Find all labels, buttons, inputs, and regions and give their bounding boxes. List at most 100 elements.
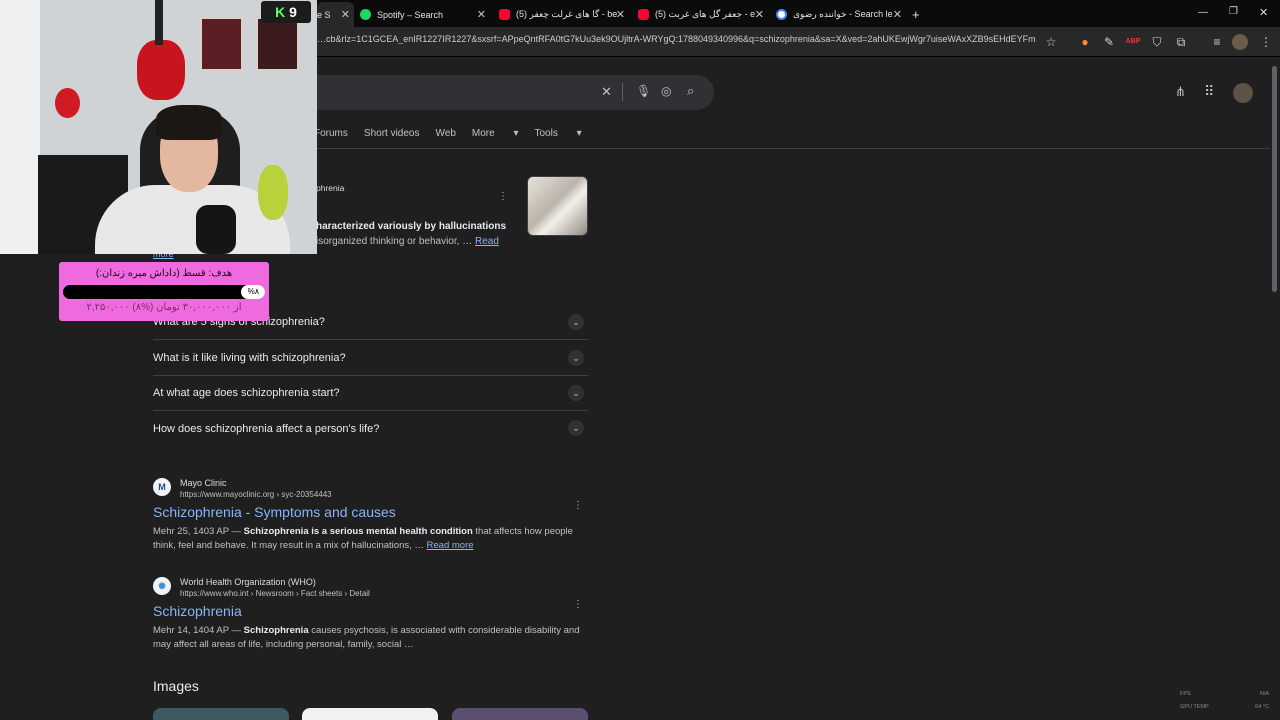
kebab-icon[interactable]: ⋮ [573,599,583,610]
snippet-thumbnail[interactable] [527,176,588,236]
youtube-icon [638,9,649,20]
filter-web[interactable]: Web [436,128,456,139]
plush-toy [258,165,288,220]
close-icon[interactable]: ✕ [477,8,486,21]
image-thumbnail[interactable] [153,708,289,720]
result-source: Mayo Clinic [180,478,227,488]
tab-current[interactable]: e S ✕ [317,2,354,27]
snippet-source: phrenia [316,183,345,193]
image-thumbnail[interactable] [452,708,588,720]
profile-avatar[interactable] [1232,34,1248,50]
puzzle-icon[interactable]: ⧉ [1173,34,1189,50]
microphone [196,205,236,254]
filter-bar: Forums Short videos Web More ▾ Tools ▾ [314,128,598,139]
kebab-icon[interactable]: ⋮ [498,191,508,202]
webcam-overlay: K 9 [0,0,317,254]
tab-youtube-2[interactable]: (5) جعفر گل های غربت - e ✕ [638,2,770,27]
plus-icon: + [912,7,920,22]
youtube-icon [499,9,510,20]
tab-label: (5) گا های غرلت چعفر - be [516,9,618,19]
spotify-icon [360,9,371,20]
close-icon[interactable]: ✕ [341,8,350,21]
pen-icon[interactable]: ✎ [1101,34,1117,50]
question-3[interactable]: At what age does schizophrenia start? ⌄ [153,376,588,411]
filter-tools[interactable]: Tools ▾ [535,128,582,139]
read-more-link[interactable]: Read more [427,540,474,551]
adblock-icon[interactable]: ABP [1125,34,1141,50]
who-icon: ✺ [153,577,171,595]
result-url[interactable]: https://www.who.int › Newsroom › Fact sh… [180,589,370,598]
result-title[interactable]: Schizophrenia - Symptoms and causes [153,504,396,520]
fps-value: N/A [1259,691,1269,697]
donation-percent: %۸ [247,287,259,296]
wall-light [0,0,40,254]
restore-icon[interactable]: ❐ [1229,6,1238,17]
extension-icon[interactable]: ● [1077,34,1093,50]
filter-short-videos[interactable]: Short videos [364,128,420,139]
read-more-link[interactable]: Read [475,236,499,247]
divider [622,83,623,101]
poster [256,17,299,71]
donation-goal-widget: هدف: قسط (داداش میره زندان:) %۸ ۲,۲۵۰,۰۰… [59,262,269,321]
kebab-icon[interactable]: ⋮ [573,500,583,511]
search-box[interactable]: ✕ 🎙 ◎ ⌕ [270,75,714,110]
clear-icon[interactable]: ✕ [601,84,612,100]
shield-icon[interactable]: ⛉ [1149,34,1165,50]
close-window-icon[interactable]: ✕ [1259,6,1268,19]
gpu-value: 64 °C [1255,704,1269,710]
apps-icon[interactable]: ⠿ [1204,83,1214,100]
question-2[interactable]: What is it like living with schizophreni… [153,341,588,376]
url-field[interactable]: …cb&rlz=1C1GCEA_enIR1227IR1227&sxsrf=APp… [317,34,1037,44]
share-icon[interactable]: ⋔ [1175,84,1186,100]
star-icon[interactable]: ☆ [1043,34,1059,50]
search-result: M Mayo Clinic https://www.mayoclinic.org… [153,478,588,558]
tab-label: (5) جعفر گل های غربت - e [655,9,756,19]
fps-label: FPS [1180,691,1191,697]
search-result: ✺ World Health Organization (WHO) https:… [153,577,588,657]
tab-google[interactable]: خواننده رضوی - Search le ✕ [776,2,908,27]
tab-label: Spotify – Search [377,9,444,20]
tab-spotify[interactable]: Spotify – Search ✕ [360,2,492,27]
result-url[interactable]: https://www.mayoclinic.org › syc-2035444… [180,490,332,499]
images-heading: Images [153,678,199,694]
donation-progress-bar: %۸ [63,285,265,299]
chevron-down-icon: ⌄ [568,385,584,401]
badge: K 9 [261,1,311,23]
chevron-down-icon: ⌄ [568,420,584,436]
result-snippet: Mehr 25, 1403 AP — Schizophrenia is a se… [153,526,573,551]
snippet-text: haracterized variously by hallucinations… [316,221,507,247]
chevron-down-icon: ⌄ [568,350,584,366]
gpu-label: GPU TEMP [1180,704,1209,710]
new-tab-button[interactable]: + [912,2,926,27]
image-thumbnail[interactable] [302,708,438,720]
donation-title: هدف: قسط (داداش میره زندان:) [95,268,233,279]
mayo-clinic-icon: M [153,478,171,496]
figurine [55,88,80,118]
tab-label: e S [317,9,331,20]
mic-icon[interactable]: 🎙 [636,84,651,98]
poster [200,17,243,71]
guitar [137,40,185,100]
chevron-down-icon: ⌄ [568,314,584,330]
google-icon [776,9,787,20]
minimize-icon[interactable]: — [1198,7,1208,18]
filter-more[interactable]: More ▾ [472,128,519,139]
tab-youtube-1[interactable]: (5) گا های غرلت چعفر - be ✕ [499,2,631,27]
donation-amount: ۲,۲۵۰,۰۰۰ از ۳۰,۰۰۰,۰۰۰ تومان (%۸) [86,302,242,313]
scrollbar-thumb[interactable] [1272,66,1277,292]
search-icon[interactable]: ⌕ [687,83,694,99]
guitar-neck [155,0,163,45]
question-4[interactable]: How does schizophrenia affect a person's… [153,411,588,446]
avatar[interactable] [1233,83,1253,103]
media-icon[interactable]: ≡ [1209,34,1225,50]
close-icon[interactable]: ✕ [616,8,625,21]
close-icon[interactable]: ✕ [893,8,902,21]
menu-icon[interactable]: ⋮ [1258,34,1274,50]
filter-forums[interactable]: Forums [314,128,348,139]
person-hair [156,105,222,140]
performance-overlay: FPS N/A GPU TEMP 64 °C [1177,688,1273,714]
result-title[interactable]: Schizophrenia [153,603,242,619]
close-icon[interactable]: ✕ [755,8,764,21]
lens-icon[interactable]: ◎ [661,84,671,98]
result-source: World Health Organization (WHO) [180,577,316,587]
